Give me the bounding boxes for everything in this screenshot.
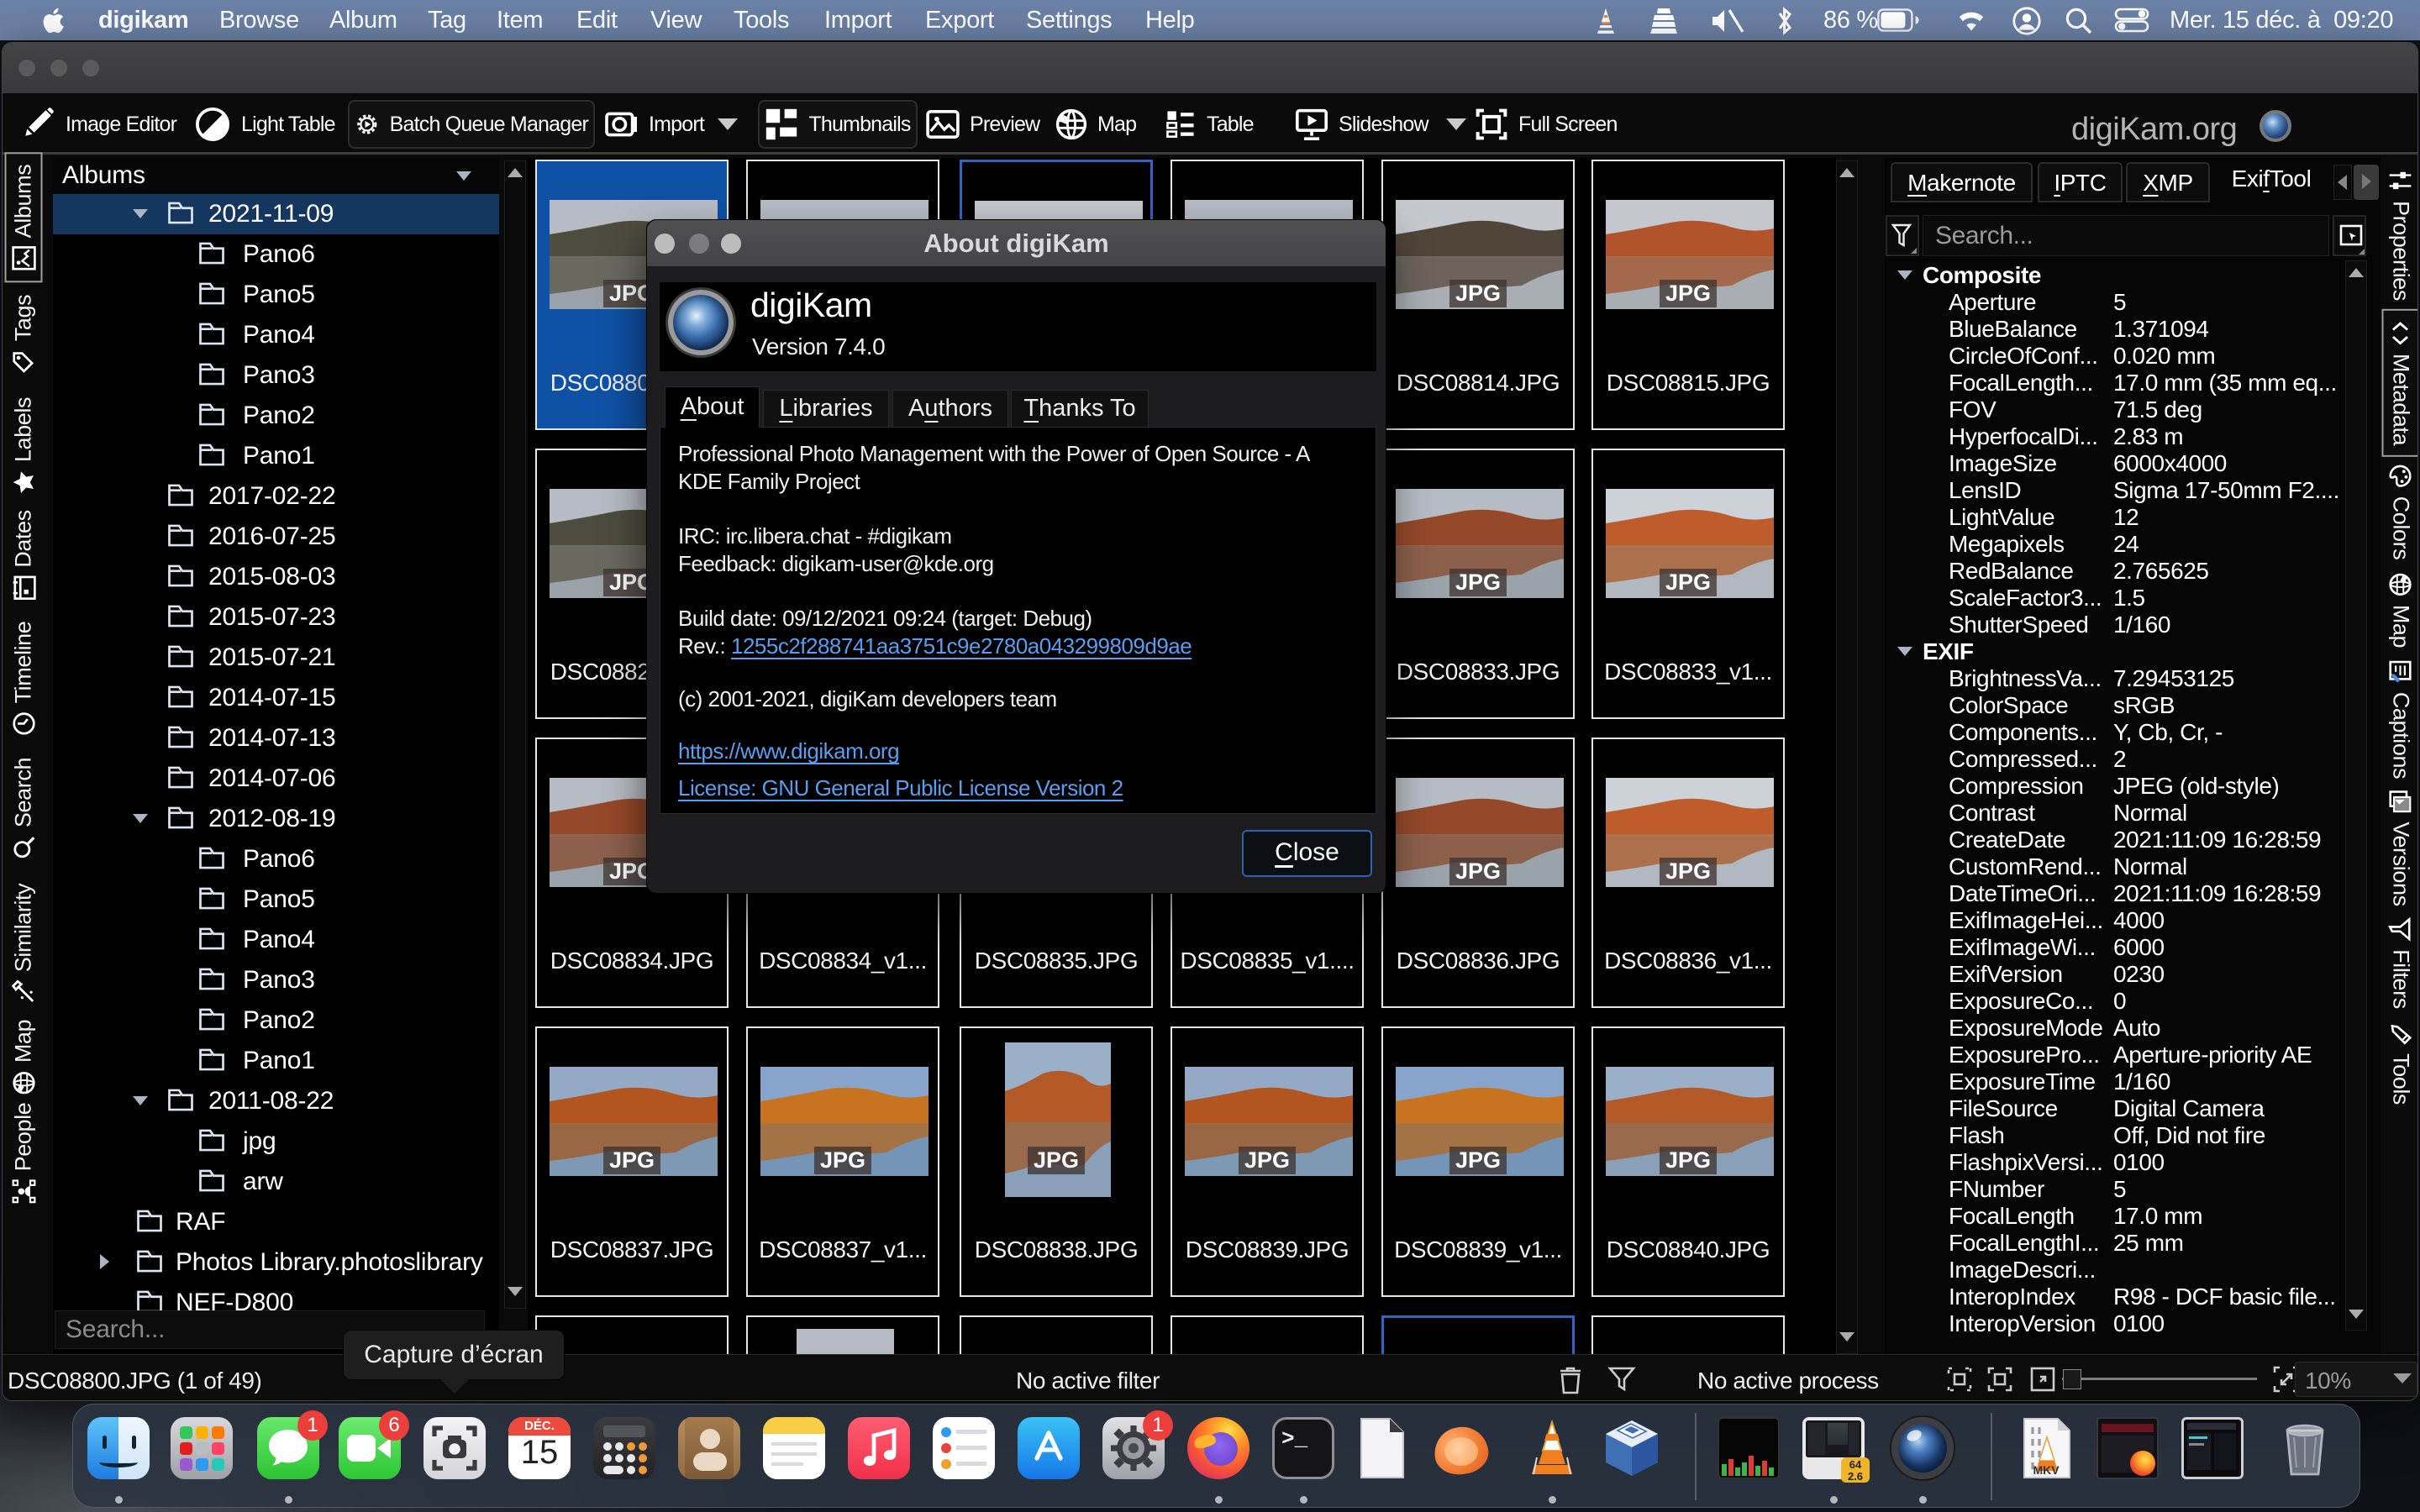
svg-text:MKV: MKV (2033, 1463, 2060, 1477)
